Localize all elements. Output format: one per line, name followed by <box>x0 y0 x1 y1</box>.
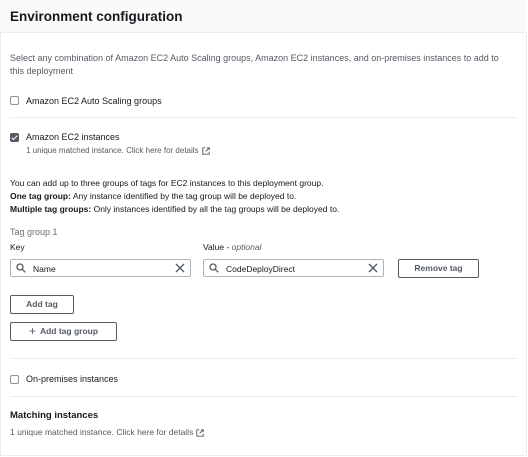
tag-value-input[interactable]: CodeDeployDirect <box>203 259 384 277</box>
ec2-matched-hint[interactable]: 1 unique matched instance. Click here fo… <box>26 146 210 155</box>
external-link-icon <box>201 147 210 155</box>
ec2-matched-text[interactable]: 1 unique matched instance. Click here fo… <box>26 146 199 155</box>
tag-info-one-group: One tag group: Any instance identified b… <box>10 191 297 201</box>
external-link-icon <box>196 429 205 437</box>
matching-instances-title: Matching instances <box>10 410 99 421</box>
plus-icon: + <box>28 324 36 338</box>
divider <box>10 117 517 118</box>
tag-info-line1: You can add up to three groups of tags f… <box>10 178 324 188</box>
search-icon <box>16 263 26 273</box>
ec2-instances-label: Amazon EC2 instances <box>26 132 120 142</box>
clear-icon[interactable] <box>368 263 378 273</box>
remove-tag-button[interactable]: Remove tag <box>398 259 479 278</box>
auto-scaling-checkbox[interactable] <box>10 96 19 105</box>
matching-instances-text[interactable]: 1 unique matched instance. Click here fo… <box>10 427 193 437</box>
ec2-instances-checkbox[interactable] <box>10 133 19 142</box>
add-tag-group-label: Add tag group <box>39 326 99 336</box>
add-tag-button[interactable]: Add tag <box>10 295 74 314</box>
tag-value-value: CodeDeployDirect <box>226 264 295 274</box>
matching-instances-hint[interactable]: 1 unique matched instance. Click here fo… <box>10 427 205 437</box>
clear-icon[interactable] <box>175 263 185 273</box>
on-premises-checkbox[interactable] <box>10 375 19 384</box>
search-icon <box>209 263 219 273</box>
panel-header: Environment configuration <box>0 0 527 33</box>
panel-title: Environment configuration <box>10 9 183 24</box>
key-label: Key <box>10 242 25 252</box>
tag-info-multi-group: Multiple tag groups: Only instances iden… <box>10 204 340 214</box>
tag-groups-info: You can add up to three groups of tags f… <box>10 177 515 216</box>
divider <box>10 396 517 397</box>
auto-scaling-label: Amazon EC2 Auto Scaling groups <box>26 96 162 106</box>
on-premises-label: On-premises instances <box>26 374 119 384</box>
divider <box>10 358 517 359</box>
tag-key-value: Name <box>33 264 56 274</box>
tag-group-title: Tag group 1 <box>10 227 58 237</box>
panel-description: Select any combination of Amazon EC2 Aut… <box>10 53 499 76</box>
add-tag-group-button[interactable]: + Add tag group <box>10 322 117 341</box>
value-label: Value - optional <box>203 242 262 252</box>
tag-key-input[interactable]: Name <box>10 259 191 277</box>
